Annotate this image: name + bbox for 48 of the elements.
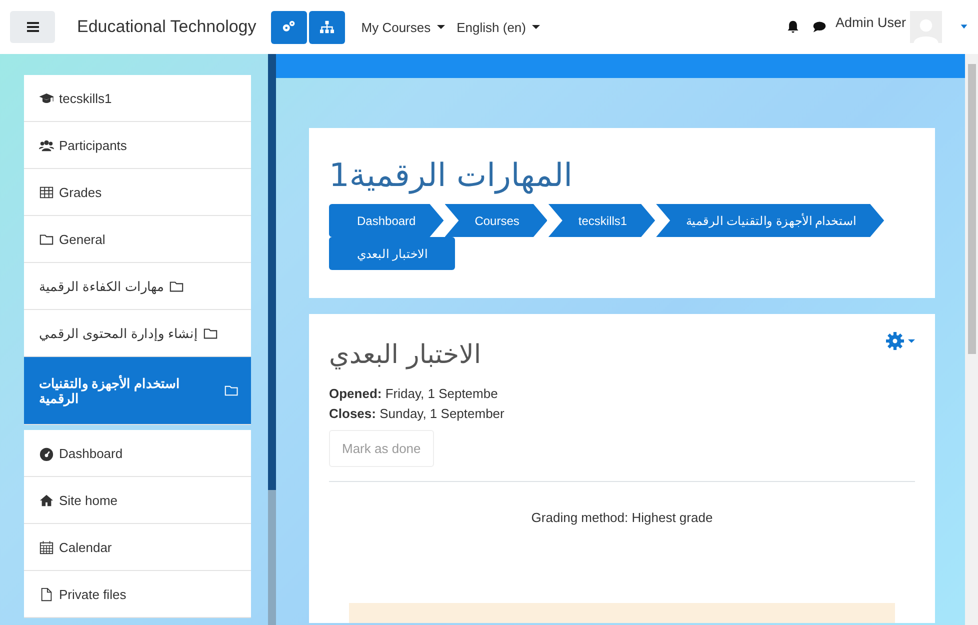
home-icon — [39, 492, 54, 508]
nav-item[interactable]: Calendar — [24, 524, 251, 571]
caret-icon — [436, 24, 445, 30]
calendar-icon — [39, 540, 54, 554]
menu-icon — [26, 21, 38, 33]
date-line: Closes: Sunday, 1 September — [329, 405, 506, 423]
menu-button[interactable] — [10, 11, 55, 43]
folder-icon — [224, 383, 239, 398]
nav-item[interactable]: General — [24, 216, 251, 263]
breadcrumb-link[interactable]: Dashboard — [329, 204, 444, 237]
settings-icon — [886, 332, 904, 350]
chat-icon — [812, 20, 828, 34]
course-title: المهارات الرقمية1 — [329, 155, 574, 196]
bell-icon — [786, 20, 800, 34]
nav-item[interactable]: Site home — [24, 477, 251, 524]
caret-icon — [960, 23, 968, 31]
nav-item[interactable]: استخدام الأجهزة والتقنيات الرقمية — [24, 357, 251, 425]
dropdown-menu[interactable]: English (en) — [450, 20, 546, 34]
file-icon — [39, 586, 54, 602]
breadcrumb-link[interactable]: استخدام الأجهزة والتقنيات الرقمية — [656, 204, 884, 237]
settings-menu-button[interactable] — [886, 332, 915, 350]
breadcrumb-link[interactable]: Courses — [444, 204, 548, 237]
grading-method: Grading method: Highest grade — [530, 509, 714, 527]
nav-item[interactable]: tecskills1 — [24, 75, 251, 122]
nav-item[interactable]: مهارات الكفاءة الرقمية — [24, 263, 251, 310]
nav-item[interactable]: Grades — [24, 169, 251, 216]
drawer-scrollbar[interactable] — [268, 54, 276, 625]
sitemap-button[interactable] — [309, 10, 346, 44]
dropdown-menu[interactable]: My Courses — [355, 20, 451, 34]
user-name[interactable]: Admin User — [835, 15, 906, 30]
caret-icon — [908, 338, 915, 344]
nav-item[interactable]: Private files — [24, 571, 251, 618]
sitemap-icon — [320, 20, 334, 34]
activity-title: الاختبار البعدي — [329, 339, 482, 372]
caret-icon — [532, 24, 540, 30]
participants-icon — [39, 138, 54, 152]
gears-icon — [282, 20, 296, 34]
date-line: Opened: Friday, 1 Septembe — [329, 385, 499, 403]
dashboard-icon — [39, 446, 54, 460]
breadcrumb-link[interactable]: tecskills1 — [548, 204, 656, 237]
site-name[interactable]: Educational Technology — [77, 17, 256, 37]
nav-item[interactable]: Participants — [24, 122, 251, 169]
page-scrollbar[interactable] — [965, 54, 978, 625]
breadcrumb-link[interactable]: الاختبار البعدي — [329, 237, 456, 270]
nav-item[interactable]: Dashboard — [24, 430, 251, 477]
gears-button[interactable] — [271, 10, 308, 44]
course-icon — [39, 90, 54, 106]
grades-icon — [39, 184, 54, 200]
